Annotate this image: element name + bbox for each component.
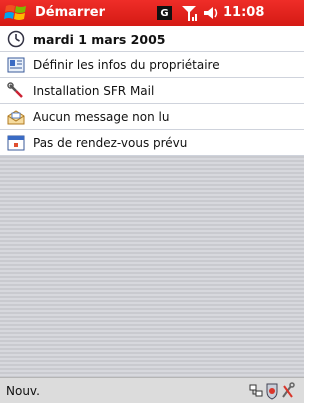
- calendar-icon: [7, 135, 25, 151]
- volume-icon[interactable]: [202, 5, 220, 21]
- mail-envelope-icon: [7, 110, 25, 125]
- gprs-status-icon[interactable]: G: [157, 6, 172, 20]
- settings-tool-icon[interactable]: [281, 382, 295, 400]
- clock-icon: [7, 30, 25, 48]
- network-connection-icon[interactable]: [249, 384, 263, 398]
- signal-strength-icon[interactable]: [180, 4, 198, 22]
- owner-card-icon: [7, 57, 25, 73]
- title-bar: Démarrer G 11:08: [0, 0, 304, 26]
- today-date-row[interactable]: mardi 1 mars 2005: [0, 26, 304, 52]
- start-menu-title[interactable]: Démarrer: [35, 5, 105, 20]
- new-softkey[interactable]: Nouv.: [6, 384, 40, 398]
- setup-tools-icon: [7, 82, 23, 98]
- today-setup-row[interactable]: Installation SFR Mail: [0, 78, 304, 104]
- today-messages-row[interactable]: Aucun message non lu: [0, 104, 304, 130]
- clock-text[interactable]: 11:08: [223, 5, 264, 20]
- today-setup-label: Installation SFR Mail: [33, 84, 155, 98]
- today-messages-label: Aucun message non lu: [33, 110, 170, 124]
- today-owner-label: Définir les infos du propriétaire: [33, 58, 220, 72]
- menu-bar: Nouv.: [0, 377, 304, 403]
- windows-start-icon[interactable]: [4, 3, 28, 23]
- security-tray-icon[interactable]: [265, 382, 279, 400]
- today-date-label: mardi 1 mars 2005: [33, 32, 166, 47]
- today-screen: mardi 1 mars 2005 Définir les infos du p…: [0, 26, 304, 377]
- today-calendar-label: Pas de rendez-vous prévu: [33, 136, 188, 150]
- today-owner-row[interactable]: Définir les infos du propriétaire: [0, 52, 304, 78]
- today-calendar-row[interactable]: Pas de rendez-vous prévu: [0, 130, 304, 156]
